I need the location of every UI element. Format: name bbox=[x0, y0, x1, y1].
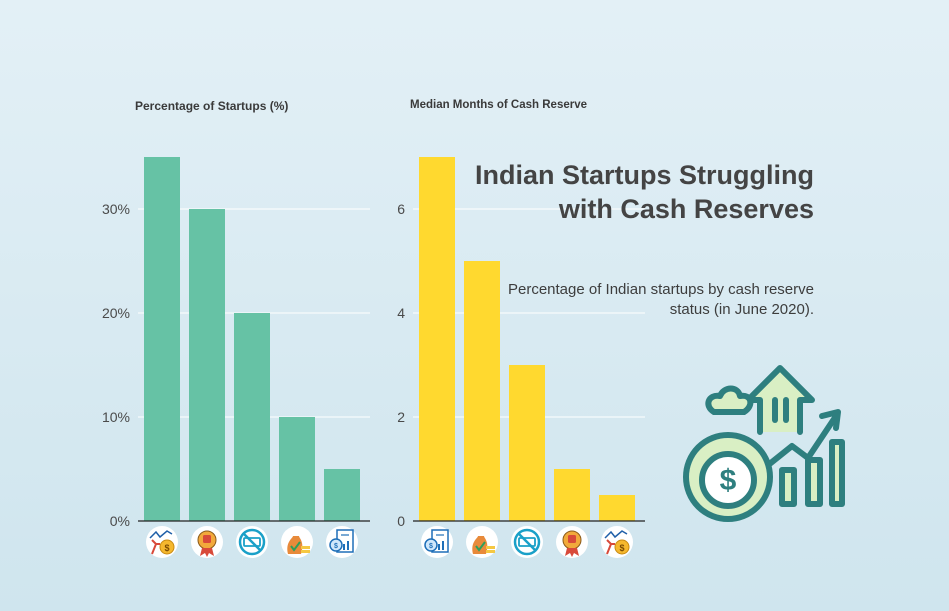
struggling-icon: $ bbox=[601, 526, 633, 558]
thumbs-down-badge-icon bbox=[556, 526, 588, 558]
y-tick-label: 4 bbox=[397, 305, 405, 321]
y-tick-label: 2 bbox=[397, 409, 405, 425]
bar bbox=[554, 469, 590, 521]
money-bag-growth-icon: $ bbox=[683, 365, 845, 522]
svg-text:$: $ bbox=[619, 543, 624, 553]
y-tick-label: 6 bbox=[397, 201, 405, 217]
no-money-icon bbox=[511, 526, 543, 558]
headline: Indian Startups Struggling with Cash Res… bbox=[475, 160, 814, 224]
y-tick-label: 0 bbox=[397, 513, 405, 529]
svg-text:$: $ bbox=[720, 464, 737, 497]
bar bbox=[509, 365, 545, 521]
bar bbox=[599, 495, 635, 521]
money-bag-coins-icon bbox=[466, 526, 498, 558]
subhead: Percentage of Indian startups by cash re… bbox=[507, 281, 814, 318]
svg-text:$: $ bbox=[429, 543, 433, 550]
bar bbox=[419, 157, 455, 521]
financial-report-icon: $ bbox=[421, 526, 453, 558]
